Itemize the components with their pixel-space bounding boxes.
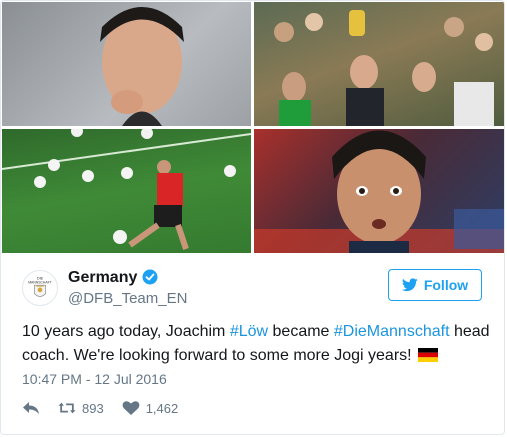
retweet-button[interactable]: 893 <box>58 400 104 416</box>
tweet-actions: 893 1,462 <box>22 398 178 418</box>
author-handle[interactable]: @DFB_Team_EN <box>68 290 187 307</box>
twitter-bird-icon <box>401 278 418 292</box>
photo-training-pitch[interactable] <box>2 129 251 253</box>
photo-surprised-face[interactable] <box>254 129 504 253</box>
reply-icon <box>23 402 39 414</box>
photo-coach-smiling[interactable] <box>2 2 251 126</box>
tweet-body: DIE MANNSCHAFT Germany @DFB_Team_EN Foll… <box>1 253 504 434</box>
heart-icon <box>122 401 140 415</box>
tweet-timestamp[interactable]: 10:47 PM - 12 Jul 2016 <box>22 371 167 387</box>
svg-text:MANNSCHAFT: MANNSCHAFT <box>28 280 52 284</box>
embedded-tweet-card: DIE MANNSCHAFT Germany @DFB_Team_EN Foll… <box>0 0 505 435</box>
like-count: 1,462 <box>145 400 179 416</box>
verified-badge-icon <box>142 269 158 285</box>
author-name[interactable]: Germany <box>68 269 137 287</box>
photo-grid <box>2 2 504 253</box>
photo-trophy-celebration[interactable] <box>254 2 504 126</box>
follow-label: Follow <box>423 277 469 293</box>
germany-flag-icon <box>418 348 439 362</box>
retweet-icon <box>58 402 76 414</box>
reply-button[interactable] <box>22 400 40 416</box>
tweet-text: 10 years ago today, Joachim #Löw became … <box>22 320 492 368</box>
like-button[interactable]: 1,462 <box>122 400 179 416</box>
hashtag-diemannschaft[interactable]: #DieMannschaft <box>334 323 450 340</box>
follow-button[interactable]: Follow <box>388 269 482 301</box>
retweet-count: 893 <box>82 400 104 416</box>
dfb-crest-icon[interactable]: DIE MANNSCHAFT <box>22 270 58 306</box>
hashtag-low[interactable]: #Löw <box>230 323 268 340</box>
tweet-text-before: 10 years ago today, Joachim <box>22 323 230 340</box>
tweet-text-middle: became <box>268 323 334 340</box>
